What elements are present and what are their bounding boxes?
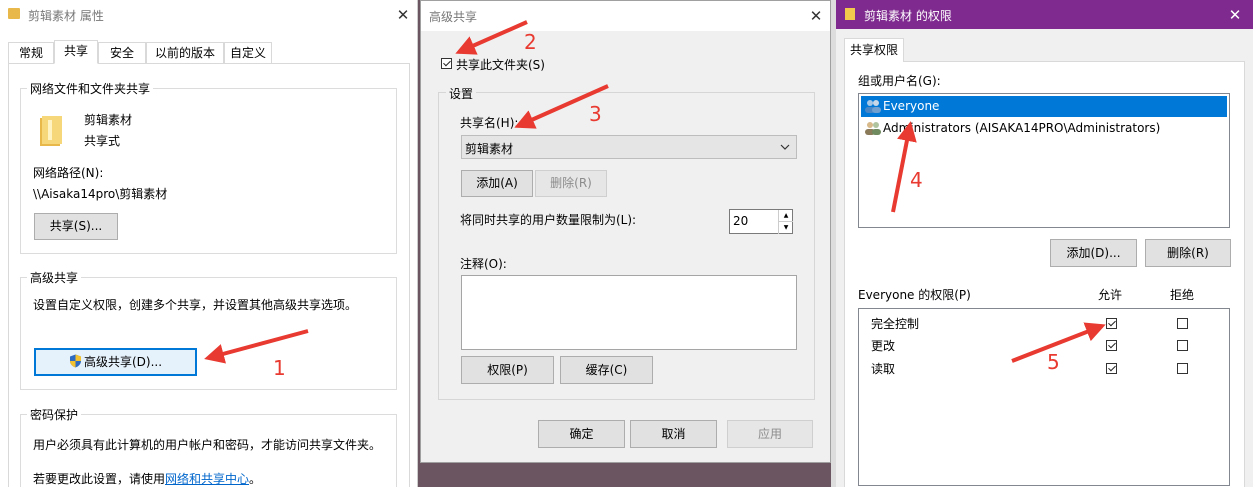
list-item-administrators[interactable]: Administrators (AISAKA14PRO\Administrato… xyxy=(861,118,1227,139)
folder-status: 共享式 xyxy=(84,134,121,148)
permissions-for-label: Everyone 的权限(P) xyxy=(858,288,971,302)
deny-column-header: 拒绝 xyxy=(1170,288,1195,302)
close-icon[interactable]: ✕ xyxy=(392,4,414,26)
ok-button[interactable]: 确定 xyxy=(538,420,625,448)
apply-button[interactable]: 应用 xyxy=(727,420,813,448)
share-name-select[interactable]: 剪辑素材 xyxy=(461,135,797,159)
network-group-label: 网络文件和文件夹共享 xyxy=(27,80,154,97)
cancel-button[interactable]: 取消 xyxy=(630,420,717,448)
permission-name: 完全控制 xyxy=(871,317,920,331)
advanced-group-label: 高级共享 xyxy=(27,269,82,286)
annotation-number-1: 1 xyxy=(273,356,286,380)
tab-security[interactable]: 安全 xyxy=(98,42,146,64)
annotation-number-4: 4 xyxy=(910,168,923,192)
uac-shield-icon xyxy=(69,354,81,368)
tab-previous-versions[interactable]: 以前的版本 xyxy=(146,42,224,64)
change-setting-text: 若要更改此设置，请使用网络和共享中心。 xyxy=(33,470,261,487)
share-name-label: 共享名(H): xyxy=(460,116,519,130)
user-name: Everyone xyxy=(883,99,940,113)
users-listbox[interactable]: Everyone Administrators (AISAKA14PRO\Adm… xyxy=(858,93,1230,228)
share-button[interactable]: 共享(S)... xyxy=(34,213,118,240)
share-folder-label[interactable]: 共享此文件夹(S) xyxy=(456,56,545,73)
chevron-down-icon xyxy=(780,144,790,150)
password-description: 用户必须具有此计算机的用户帐户和密码，才能访问共享文件夹。 xyxy=(33,438,382,452)
share-name-value: 剪辑素材 xyxy=(465,142,514,156)
change-prefix: 若要更改此设置，请使用 xyxy=(33,472,166,486)
users-group-icon xyxy=(865,122,881,135)
folder-name: 剪辑素材 xyxy=(84,113,133,127)
comment-label: 注释(O): xyxy=(460,257,507,271)
annotation-number-3: 3 xyxy=(589,102,602,126)
permission-name: 读取 xyxy=(871,362,896,376)
cache-button[interactable]: 缓存(C) xyxy=(560,356,653,384)
close-icon[interactable]: ✕ xyxy=(1224,4,1246,26)
add-share-button[interactable]: 添加(A) xyxy=(461,170,533,197)
annotation-number-2: 2 xyxy=(524,30,537,54)
deny-change-checkbox[interactable] xyxy=(1177,340,1188,351)
user-limit-label: 将同时共享的用户数量限制为(L): xyxy=(460,213,637,227)
network-path-label: 网络路径(N): xyxy=(33,166,104,180)
annotation-number-5: 5 xyxy=(1047,350,1060,374)
permission-name: 更改 xyxy=(871,339,896,353)
tab-custom[interactable]: 自定义 xyxy=(224,42,272,64)
properties-title: 剪辑素材 属性 xyxy=(28,9,104,23)
folder-icon xyxy=(845,8,855,20)
deny-full-control-checkbox[interactable] xyxy=(1177,318,1188,329)
users-group-icon xyxy=(865,100,881,113)
allow-read-checkbox[interactable] xyxy=(1106,363,1117,374)
advanced-sharing-dialog: 高级共享 ✕ 共享此文件夹(S) 设置 共享名(H): 剪辑素材 添加(A) 删… xyxy=(420,0,831,463)
desktop: { "properties_window": { "title": "剪辑素材 … xyxy=(0,0,1253,487)
change-suffix: 。 xyxy=(249,472,262,486)
user-name: Administrators (AISAKA14PRO\Administrato… xyxy=(883,121,1161,135)
tab-general[interactable]: 常规 xyxy=(8,42,54,64)
password-group-label: 密码保护 xyxy=(27,406,82,423)
network-sharing-center-link[interactable]: 网络和共享中心 xyxy=(165,472,249,486)
properties-titlebar: 剪辑素材 属性 ✕ xyxy=(0,0,417,30)
comment-textarea[interactable] xyxy=(461,275,797,350)
settings-group-label: 设置 xyxy=(446,85,477,102)
spinner-down-button[interactable]: ▼ xyxy=(778,221,793,234)
properties-window: 剪辑素材 属性 ✕ 常规 共享 安全 以前的版本 自定义 网络文件和文件夹共享 … xyxy=(0,0,418,487)
deny-read-checkbox[interactable] xyxy=(1177,363,1188,374)
spinner-up-button[interactable]: ▲ xyxy=(778,210,793,221)
tab-sharing[interactable]: 共享 xyxy=(54,40,98,64)
allow-column-header: 允许 xyxy=(1098,288,1123,302)
shared-folder-icon xyxy=(40,116,62,146)
folder-icon xyxy=(8,8,20,19)
share-folder-checkbox[interactable] xyxy=(441,58,452,69)
allow-full-control-checkbox[interactable] xyxy=(1106,318,1117,329)
network-path-value: \\Aisaka14pro\剪辑素材 xyxy=(33,187,168,201)
user-limit-value: 20 xyxy=(733,214,749,228)
advanced-dialog-title: 高级共享 xyxy=(429,10,478,24)
list-item-everyone[interactable]: Everyone xyxy=(861,96,1227,117)
advanced-sharing-button-label: 高级共享(D)... xyxy=(83,355,163,369)
permissions-titlebar: 剪辑素材 的权限 ✕ xyxy=(836,0,1253,29)
advanced-dialog-titlebar: 高级共享 ✕ xyxy=(421,1,830,31)
permissions-window: 剪辑素材 的权限 ✕ 共享权限 组或用户名(G): Everyone Admin… xyxy=(836,0,1253,487)
allow-change-checkbox[interactable] xyxy=(1106,340,1117,351)
advanced-sharing-button[interactable]: 高级共享(D)... xyxy=(34,348,197,376)
add-user-button[interactable]: 添加(D)... xyxy=(1050,239,1137,267)
group-users-label: 组或用户名(G): xyxy=(858,74,941,88)
remove-share-button[interactable]: 删除(R) xyxy=(535,170,607,197)
permissions-button[interactable]: 权限(P) xyxy=(461,356,554,384)
close-icon[interactable]: ✕ xyxy=(805,5,827,27)
advanced-description: 设置自定义权限，创建多个共享，并设置其他高级共享选项。 xyxy=(33,298,358,312)
remove-user-button[interactable]: 删除(R) xyxy=(1145,239,1231,267)
permissions-list: 完全控制 更改 读取 xyxy=(858,308,1230,486)
user-limit-input[interactable]: 20 ▲ ▼ xyxy=(729,209,793,234)
permissions-title: 剪辑素材 的权限 xyxy=(864,9,952,23)
tab-share-permissions[interactable]: 共享权限 xyxy=(844,38,904,62)
